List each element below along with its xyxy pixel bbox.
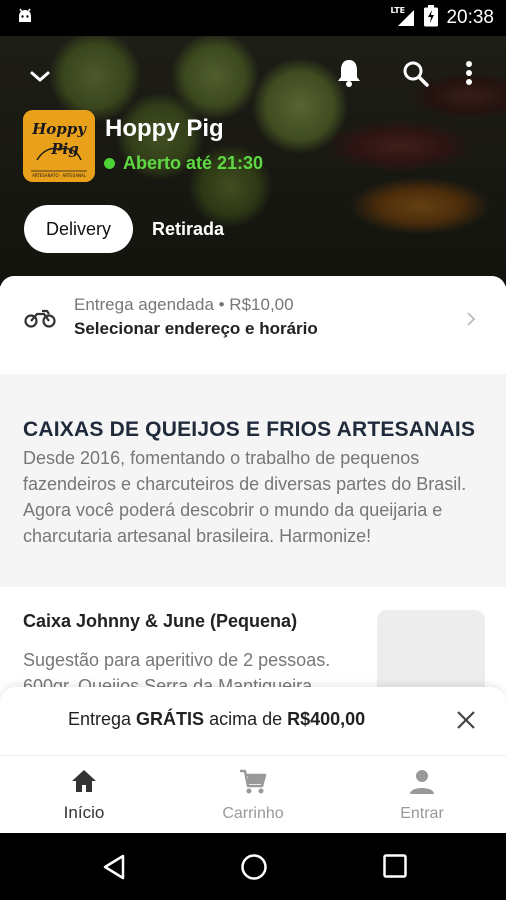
nav-inicio-label: Início [63,803,105,822]
home-circle-icon[interactable] [240,853,268,886]
free-delivery-highlight: GRÁTIS [136,709,205,729]
store-open-status: Aberto até 21:30 [104,153,263,174]
tab-retirada[interactable]: Retirada [152,205,224,253]
more-vert-icon[interactable] [465,60,473,91]
cart-icon [238,768,268,801]
status-dot [104,158,115,169]
product-image-placeholder [377,610,485,698]
nav-carrinho-label: Carrinho [222,805,284,822]
system-navigation-bar [0,833,506,900]
free-delivery-banner: Entrega GRÁTIS acima de R$400,00 [0,687,506,755]
network-type: LTE [390,6,406,15]
free-delivery-middle: acima de [209,709,283,729]
nav-inicio[interactable]: Início [0,756,168,834]
store-name: Hoppy Pig [105,115,224,142]
android-notification-icon [16,8,34,31]
svg-text:ARTESANATO · ARTESANAL: ARTESANATO · ARTESANAL [32,173,87,178]
signal-icon: LTE [390,6,416,28]
free-delivery-message: Entrega GRÁTIS acima de R$400,00 [68,709,365,730]
back-icon[interactable] [101,853,127,886]
select-address-time-link[interactable]: Selecionar endereço e horário [74,319,318,339]
svg-text:Hoppy: Hoppy [31,120,87,138]
nav-entrar-label: Entrar [400,805,444,822]
status-bar: LTE 20:38 [0,0,506,36]
category-description: Desde 2016, fomentando o trabalho de peq… [23,448,467,546]
nav-entrar[interactable]: Entrar [338,756,506,834]
clock: 20:38 [446,7,494,28]
product-card[interactable]: Caixa Johnny & June (Pequena) Sugestão p… [0,587,506,698]
delivery-type-fee: Entrega agendada • R$10,00 [74,295,294,314]
category-title: CAIXAS DE QUEIJOS E FRIOS ARTESANAIS [23,418,476,441]
home-icon [70,768,98,799]
person-icon [408,768,436,801]
open-hours-text: Aberto até 21:30 [123,153,264,173]
store-logo: Hoppy Pig ARTESANATO · ARTESANAL [23,110,95,182]
chevron-down-icon[interactable] [28,64,52,93]
motorcycle-icon [24,308,56,333]
bottom-navigation: Início Carrinho Entrar [0,755,506,833]
bell-icon[interactable] [336,58,362,93]
search-icon[interactable] [402,60,430,93]
chevron-right-icon [465,310,477,333]
battery-icon [424,4,439,32]
delivery-schedule-row[interactable]: Entrega agendada • R$10,00 Selecionar en… [0,276,506,374]
nav-carrinho[interactable]: Carrinho [169,756,337,834]
free-delivery-prefix: Entrega [68,709,132,729]
free-delivery-amount: R$400,00 [287,709,366,729]
recents-icon[interactable] [382,853,408,884]
close-icon[interactable] [455,709,477,736]
tab-delivery[interactable]: Delivery [24,205,133,253]
product-name: Caixa Johnny & June (Pequena) [23,611,298,631]
store-header: Hoppy Pig ARTESANATO · ARTESANAL Hoppy P… [0,36,506,286]
